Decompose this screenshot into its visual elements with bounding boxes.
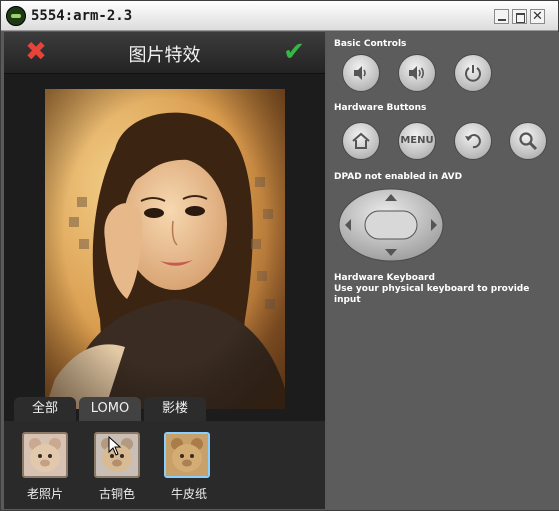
back-arrow-icon <box>465 134 481 149</box>
dpad-status-text: DPAD not enabled in AVD <box>334 172 463 182</box>
emulator-app-icon <box>6 6 26 26</box>
control-panel: Basic Controls Hardware Buttons MENU DPA… <box>327 32 559 510</box>
filter-thumb-kraft-paper[interactable] <box>164 432 210 478</box>
check-icon[interactable]: ✔ <box>279 37 309 67</box>
basic-controls-heading: Basic Controls <box>334 39 407 49</box>
device-screen: ✖ 图片特效 ✔ 全部 LOMO 影楼 老照片 古铜色 牛皮纸 <box>4 32 325 509</box>
filter-label-kraft-paper: 牛皮纸 <box>170 487 207 501</box>
search-icon <box>519 132 538 151</box>
home-icon <box>352 132 370 149</box>
mouse-cursor-icon <box>108 436 122 456</box>
hardware-keyboard-heading: Hardware Keyboard <box>334 273 435 283</box>
tab-lomo[interactable]: LOMO <box>79 397 141 421</box>
filter-thumb-old-photo[interactable] <box>22 432 68 478</box>
tab-all[interactable]: 全部 <box>14 397 76 421</box>
volume-down-button[interactable] <box>342 54 380 92</box>
volume-up-button[interactable] <box>398 54 436 92</box>
window-close-button[interactable]: ✕ <box>530 9 545 24</box>
effect-tabs: 全部 LOMO 影楼 <box>4 393 325 421</box>
emulator-window: 5554:arm-2.3 ✕ ✖ 图片特效 ✔ 全部 LOMO 影楼 老照片 古… <box>0 0 559 511</box>
minimize-button[interactable] <box>494 9 509 24</box>
menu-button[interactable]: MENU <box>398 122 436 160</box>
tab-studio[interactable]: 影楼 <box>144 397 206 421</box>
volume-down-icon <box>354 66 366 80</box>
power-button[interactable] <box>454 54 492 92</box>
power-icon <box>465 65 481 82</box>
action-bar: ✖ 图片特效 ✔ <box>4 32 325 74</box>
page-title: 图片特效 <box>128 45 201 66</box>
photo-preview <box>45 89 285 409</box>
title-bar[interactable]: 5554:arm-2.3 ✕ <box>1 1 558 31</box>
hardware-keyboard-hint: Use your physical keyboard to provide in… <box>334 284 530 305</box>
filter-label-old-photo: 老照片 <box>26 487 63 501</box>
volume-up-icon <box>409 66 425 80</box>
window-title: 5554:arm-2.3 <box>31 8 133 24</box>
dpad-control[interactable] <box>337 187 445 263</box>
filter-label-bronze: 古铜色 <box>98 487 135 501</box>
maximize-button[interactable] <box>512 9 527 24</box>
back-button[interactable] <box>454 122 492 160</box>
search-button[interactable] <box>509 122 547 160</box>
hardware-buttons-heading: Hardware Buttons <box>334 103 427 113</box>
filter-strip: 老照片 古铜色 牛皮纸 <box>4 421 325 509</box>
home-button[interactable] <box>342 122 380 160</box>
